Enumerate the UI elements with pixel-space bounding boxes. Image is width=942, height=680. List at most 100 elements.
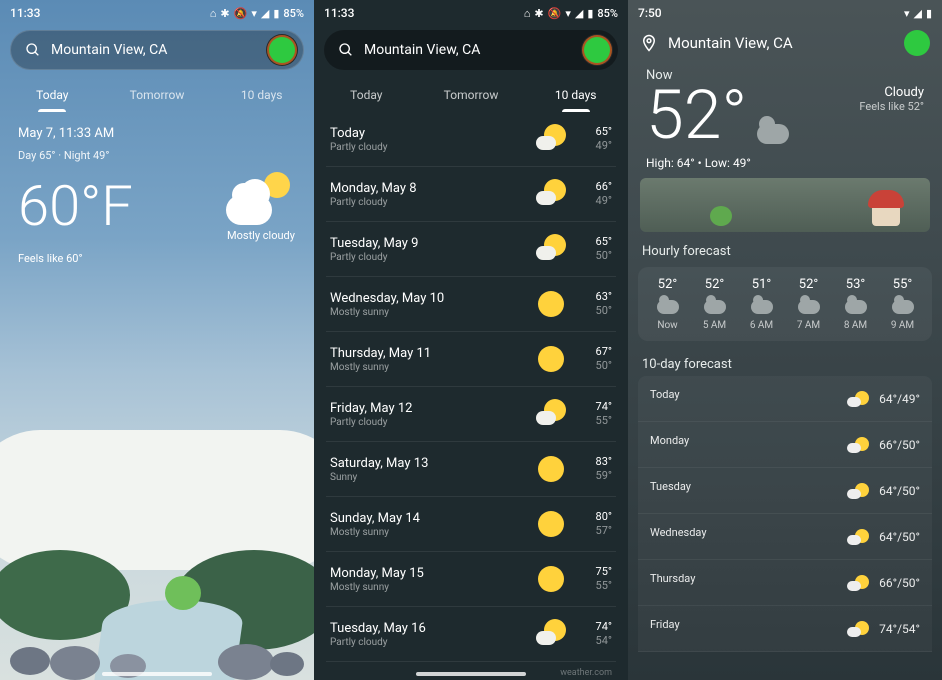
day-temps: 74°/54° [879,622,920,636]
tab-today[interactable]: Today [314,80,419,112]
ten-day-list[interactable]: TodayPartly cloudy65°49°Monday, May 8Par… [314,112,628,662]
hourly-item[interactable]: 51°6 AM [738,277,785,331]
daily-row[interactable]: Thursday 66°/50° [638,560,932,606]
forecast-day: Thursday, May 11 [330,346,528,361]
location-pin-icon [640,34,658,52]
lo-temp: 50° [574,249,612,263]
signal-icon: ◢ [261,7,269,20]
tab-tomorrow[interactable]: Tomorrow [419,80,524,112]
location-search[interactable]: Mountain View, CA [324,30,618,70]
nav-bar[interactable] [416,672,526,676]
forecast-day: Tuesday, May 16 [330,621,528,636]
forecast-day: Wednesday, May 10 [330,291,528,306]
search-icon [338,42,354,58]
forecast-row[interactable]: Wednesday, May 10Mostly sunny63°50° [326,277,616,332]
day-name: Today [650,388,837,401]
ten-day-forecast[interactable]: Today64°/49°Monday66°/50°Tuesday64°/50°W… [638,376,932,652]
weather-icon [845,300,867,314]
daily-row[interactable]: Wednesday64°/50° [638,514,932,560]
hourly-item[interactable]: 53°8 AM [832,277,879,331]
hourly-item[interactable]: 55°9 AM [879,277,926,331]
forecast-condition: Partly cloudy [330,637,528,648]
current-temp: 60°F [18,178,133,234]
status-bar: 7:50 ▾ ◢ ▮ [628,0,942,24]
hi-temp: 74° [574,400,612,414]
status-icons: ⌂ ✱ 🔕 ▾ ◢ ▮ 85% [524,7,618,20]
lo-temp: 55° [574,579,612,593]
status-bar: 11:33 ⌂ ✱ 🔕 ▾ ◢ ▮ 85% [0,0,314,24]
day-temps: 64°/50° [879,484,920,498]
weather-icon [847,483,869,499]
weather-new-ui-screen: 7:50 ▾ ◢ ▮ Mountain View, CA Now 52° Clo… [628,0,942,680]
nav-bar[interactable] [102,672,212,676]
forecast-row[interactable]: Tuesday, May 9Partly cloudy65°50° [326,222,616,277]
weather-icon [798,300,820,314]
tenday-title: 10-day forecast [628,345,942,376]
profile-dot-icon[interactable] [584,37,610,63]
profile-dot-icon[interactable] [904,30,930,56]
clock: 11:33 [324,6,354,20]
weather-icon [534,122,568,156]
forecast-tabs: Today Tomorrow 10 days [314,74,628,112]
weather-icon [534,342,568,376]
hour-label: Now [644,320,691,331]
lo-temp: 55° [574,414,612,428]
day-temps: 66°/50° [879,438,920,452]
forecast-day: Monday, May 15 [330,566,528,581]
tab-tendays[interactable]: 10 days [523,80,628,112]
data-source[interactable]: weather.com [314,662,628,680]
daily-row[interactable]: Monday66°/50° [638,422,932,468]
bluetooth-icon: ✱ [534,7,543,20]
hi-lo: High: 64° • Low: 49° [646,156,924,170]
hourly-item[interactable]: 52°5 AM [691,277,738,331]
bluetooth-icon: ✱ [220,7,229,20]
forecast-row[interactable]: Thursday, May 11Mostly sunny67°50° [326,332,616,387]
wifi-icon: ▾ [904,7,910,20]
hi-temp: 67° [574,345,612,359]
daily-row[interactable]: Today64°/49° [638,376,932,422]
day-name: Wednesday [650,526,837,539]
weather-icon [534,452,568,486]
day-name: Thursday [650,572,837,585]
weather-today-screen: 11:33 ⌂ ✱ 🔕 ▾ ◢ ▮ 85% Mountain View, CA … [0,0,314,680]
location-search[interactable]: Mountain View, CA [10,30,304,70]
dnd-icon: 🔕 [548,7,562,20]
daily-row[interactable]: Friday74°/54° [638,606,932,652]
status-bar: 11:33 ⌂ ✱ 🔕 ▾ ◢ ▮ 85% [314,0,628,24]
hi-temp: 66° [574,180,612,194]
tab-tendays[interactable]: 10 days [209,80,314,112]
search-icon [25,42,41,58]
location-name: Mountain View, CA [668,34,894,52]
frog-icon [710,206,732,226]
hourly-item[interactable]: 52°7 AM [785,277,832,331]
forecast-condition: Partly cloudy [330,142,528,153]
hourly-forecast[interactable]: 52°Now52°5 AM51°6 AM52°7 AM53°8 AM55°9 A… [638,267,932,341]
signal-icon: ◢ [575,7,583,20]
forecast-row[interactable]: Monday, May 15Mostly sunny75°55° [326,552,616,607]
profile-dot-icon[interactable] [269,37,295,63]
wifi-icon: ▾ [565,7,571,20]
location-bar[interactable]: Mountain View, CA [628,24,942,62]
forecast-row[interactable]: Monday, May 8Partly cloudy66°49° [326,167,616,222]
hi-temp: 74° [574,620,612,634]
day-temps: 66°/50° [879,576,920,590]
forecast-row[interactable]: TodayPartly cloudy65°49° [326,112,616,167]
forecast-day: Today [330,126,528,141]
tab-tomorrow[interactable]: Tomorrow [105,80,210,112]
dnd-icon: 🔕 [234,7,248,20]
forecast-row[interactable]: Tuesday, May 16Partly cloudy74°54° [326,607,616,662]
forecast-row[interactable]: Friday, May 12Partly cloudy74°55° [326,387,616,442]
forecast-row[interactable]: Saturday, May 13Sunny83°59° [326,442,616,497]
cast-icon: ⌂ [210,7,217,20]
daily-row[interactable]: Tuesday64°/50° [638,468,932,514]
hour-temp: 51° [738,277,785,292]
cloudy-icon [757,124,789,144]
forecast-row[interactable]: Sunday, May 14Mostly sunny80°57° [326,497,616,552]
now-feels-like: Feels like 52° [859,100,924,113]
hour-temp: 52° [785,277,832,292]
lo-temp: 49° [574,194,612,208]
hourly-item[interactable]: 52°Now [644,277,691,331]
now-condition: Cloudy [859,85,924,100]
tab-today[interactable]: Today [0,80,105,112]
weather-icon [847,437,869,453]
